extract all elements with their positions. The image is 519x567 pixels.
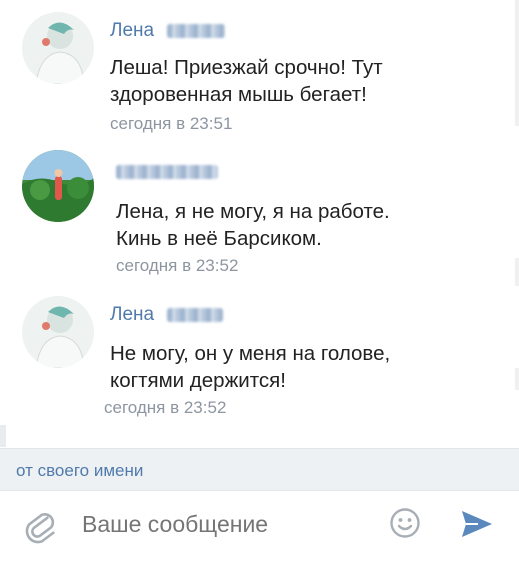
paperclip-icon[interactable]	[24, 508, 58, 551]
message-text: Лена, я не могу, я на работе. Кинь в неё…	[116, 200, 390, 250]
message-time[interactable]: сегодня в 23:52	[104, 398, 226, 418]
author-name[interactable]	[116, 161, 218, 183]
avatar[interactable]	[22, 150, 94, 222]
redacted-surname	[167, 307, 224, 322]
send-arrow-icon[interactable]	[460, 509, 494, 544]
smiley-icon[interactable]	[389, 507, 421, 544]
author-name[interactable]: Лена	[110, 20, 226, 42]
message-text: Не могу, он у меня на голове, когтями де…	[110, 342, 391, 392]
message-time[interactable]: сегодня в 23:52	[116, 256, 238, 276]
scroll-edge	[515, 258, 519, 286]
avatar[interactable]	[22, 12, 94, 84]
redacted-surname	[167, 23, 226, 38]
author-name[interactable]: Лена	[110, 304, 224, 326]
redacted-author-name	[116, 164, 218, 179]
message-feed: Лена Леша! Приезжай срочно! Тут здоровен…	[0, 0, 519, 448]
sender-bar: от своего имени	[0, 448, 519, 491]
scroll-edge	[515, 368, 519, 390]
message-time[interactable]: сегодня в 23:51	[110, 114, 232, 134]
scroll-edge	[515, 0, 519, 126]
author-first-name[interactable]: Лена	[110, 20, 154, 41]
message-composer	[0, 490, 519, 567]
author-first-name[interactable]: Лена	[110, 304, 154, 325]
message-text: Леша! Приезжай срочно! Тут здоровенная м…	[110, 56, 383, 106]
send-as-selector[interactable]: от своего имени	[16, 461, 143, 481]
avatar[interactable]	[22, 296, 94, 368]
message-input[interactable]	[82, 511, 372, 538]
feed-bottom-shadow	[0, 425, 6, 447]
